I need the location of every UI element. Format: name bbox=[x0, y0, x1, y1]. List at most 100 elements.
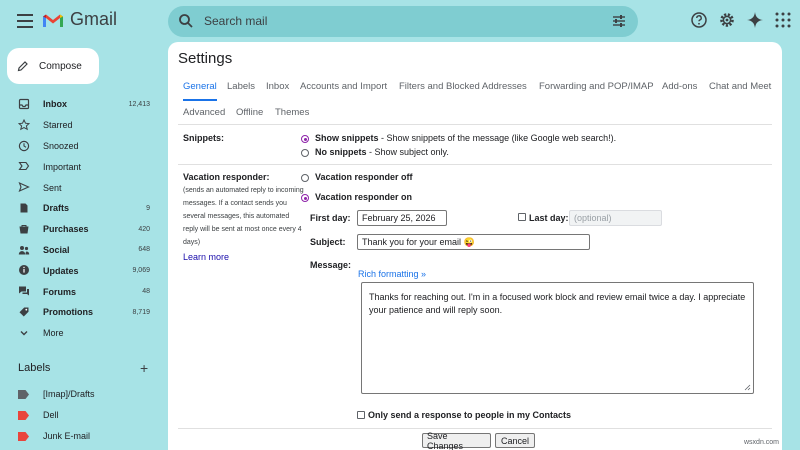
section-divider bbox=[178, 164, 772, 165]
label-name: Junk E-mail bbox=[43, 431, 91, 441]
gmail-logo[interactable]: Gmail bbox=[42, 9, 117, 30]
gmail-m-icon bbox=[43, 14, 63, 27]
sidebar-item-more[interactable]: More bbox=[0, 323, 168, 344]
sidebar-item-label: More bbox=[43, 328, 64, 339]
star-icon bbox=[18, 118, 30, 131]
search-bar[interactable]: Search mail bbox=[168, 6, 638, 37]
unread-count: 48 bbox=[142, 288, 150, 296]
label-tag-icon bbox=[18, 411, 29, 420]
subject-input[interactable]: Thank you for your email 😜 bbox=[357, 234, 590, 250]
label-name: Dell bbox=[43, 410, 59, 420]
compose-label: Compose bbox=[39, 60, 82, 72]
tab-chat-and-meet[interactable]: Chat and Meet bbox=[709, 81, 771, 92]
footer-divider bbox=[178, 428, 772, 429]
resize-handle-icon[interactable] bbox=[744, 384, 751, 391]
compose-button[interactable]: Compose bbox=[7, 48, 99, 84]
vacation-on-radio[interactable] bbox=[301, 194, 309, 202]
purchases-icon bbox=[19, 224, 29, 234]
pencil-icon bbox=[17, 61, 28, 72]
sidebar-item-sent[interactable]: Sent bbox=[0, 177, 168, 198]
scrollbar-track[interactable] bbox=[782, 42, 800, 450]
search-icon[interactable] bbox=[178, 13, 194, 29]
tab-accounts-and-import[interactable]: Accounts and Import bbox=[300, 81, 387, 92]
chevron-down-icon bbox=[20, 330, 28, 336]
tab-general[interactable]: General bbox=[183, 81, 217, 92]
label-item[interactable]: Junk E-mail bbox=[0, 427, 168, 447]
unread-count: 8,719 bbox=[132, 308, 150, 316]
message-label: Message: bbox=[310, 260, 352, 270]
subject-label: Subject: bbox=[310, 237, 346, 247]
tab-advanced[interactable]: Advanced bbox=[183, 107, 225, 118]
tab-inbox[interactable]: Inbox bbox=[266, 81, 289, 92]
contacts-only-checkbox[interactable] bbox=[357, 411, 365, 419]
show-snippets-option: Show snippets - Show snippets of the mes… bbox=[315, 133, 617, 143]
help-icon[interactable] bbox=[690, 11, 708, 29]
app-name: Gmail bbox=[70, 9, 118, 29]
tab-filters-and-blocked-addresses[interactable]: Filters and Blocked Addresses bbox=[399, 81, 527, 92]
unread-count: 9,069 bbox=[132, 267, 150, 275]
last-day-checkbox[interactable] bbox=[518, 213, 526, 221]
send-icon bbox=[18, 182, 30, 193]
tab-add-ons[interactable]: Add-ons bbox=[662, 81, 697, 92]
no-snippets-radio[interactable] bbox=[301, 149, 309, 157]
sidebar-item-promotions[interactable]: Promotions 8,719 bbox=[0, 302, 168, 323]
page-title: Settings bbox=[178, 50, 233, 67]
settings-gear-icon[interactable] bbox=[718, 11, 736, 29]
sidebar-item-starred[interactable]: Starred bbox=[0, 115, 168, 136]
main-menu-button[interactable] bbox=[14, 10, 36, 32]
rich-formatting-link[interactable]: Rich formatting » bbox=[358, 269, 426, 279]
sidebar-item-label: Promotions bbox=[43, 307, 94, 318]
last-day-input[interactable]: (optional) bbox=[569, 210, 662, 226]
create-label-button[interactable]: + bbox=[140, 360, 148, 376]
sidebar-item-drafts[interactable]: Drafts 9 bbox=[0, 198, 168, 219]
sidebar-item-inbox[interactable]: Inbox 12,413 bbox=[0, 94, 168, 115]
forums-icon bbox=[19, 286, 29, 296]
sidebar-item-purchases[interactable]: Purchases 420 bbox=[0, 219, 168, 240]
sidebar-item-snoozed[interactable]: Snoozed bbox=[0, 136, 168, 157]
show-snippets-radio[interactable] bbox=[301, 135, 309, 143]
search-input[interactable]: Search mail bbox=[204, 14, 267, 28]
sidebar-item-social[interactable]: Social 648 bbox=[0, 240, 168, 261]
unread-count: 12,413 bbox=[128, 100, 150, 108]
sidebar-item-forums[interactable]: Forums 48 bbox=[0, 281, 168, 302]
inbox-icon bbox=[18, 98, 30, 110]
vacation-on-label: Vacation responder on bbox=[315, 192, 413, 202]
gemini-sparkle-icon[interactable] bbox=[746, 11, 764, 29]
apps-grid-icon[interactable] bbox=[774, 11, 792, 29]
label-item[interactable]: [Imap]/Drafts bbox=[0, 385, 168, 405]
unread-count: 9 bbox=[146, 204, 150, 212]
no-snippets-option: No snippets - Show subject only. bbox=[315, 147, 449, 157]
contacts-only-label: Only send a response to people in my Con… bbox=[368, 410, 572, 420]
search-options-icon[interactable] bbox=[612, 14, 626, 28]
snippets-label: Snippets: bbox=[183, 133, 225, 143]
unread-count: 648 bbox=[138, 246, 150, 254]
sidebar-item-important[interactable]: Important bbox=[0, 156, 168, 177]
vacation-help-text: (sends an automated reply to incoming me… bbox=[183, 187, 304, 246]
sidebar-item-updates[interactable]: Updates 9,069 bbox=[0, 260, 168, 281]
learn-more-link[interactable]: Learn more bbox=[183, 252, 229, 262]
label-name: [Imap]/Drafts bbox=[43, 389, 95, 399]
tab-labels[interactable]: Labels bbox=[227, 81, 255, 92]
sidebar-item-label: Sent bbox=[43, 182, 62, 193]
promotions-icon bbox=[19, 307, 29, 317]
first-day-input[interactable]: February 25, 2026 bbox=[357, 210, 447, 226]
tab-forwarding-and-pop-imap[interactable]: Forwarding and POP/IMAP bbox=[539, 81, 654, 92]
tab-themes[interactable]: Themes bbox=[275, 107, 309, 118]
tab-offline[interactable]: Offline bbox=[236, 107, 263, 118]
message-body-textarea[interactable]: Thanks for reaching out. I'm in a focuse… bbox=[361, 282, 754, 394]
cancel-button[interactable]: Cancel bbox=[495, 433, 535, 448]
sidebar: Compose Inbox 12,413 Starred Snoozed Importa… bbox=[0, 42, 168, 450]
save-changes-button[interactable]: Save Changes bbox=[422, 431, 491, 450]
important-icon bbox=[18, 162, 30, 171]
label-item[interactable]: Dell bbox=[0, 406, 168, 426]
social-icon bbox=[18, 245, 30, 255]
message-body-text: Thanks for reaching out. I'm in a focuse… bbox=[369, 292, 746, 315]
tabs-divider bbox=[178, 124, 772, 125]
sidebar-item-label: Social bbox=[43, 244, 70, 255]
last-day-label: Last day: bbox=[529, 213, 569, 223]
top-bar: Gmail Search mail bbox=[0, 0, 800, 42]
sidebar-item-label: Forums bbox=[43, 286, 77, 297]
vacation-off-radio[interactable] bbox=[301, 174, 309, 182]
sidebar-item-label: Snoozed bbox=[43, 140, 79, 151]
updates-icon bbox=[19, 265, 29, 276]
